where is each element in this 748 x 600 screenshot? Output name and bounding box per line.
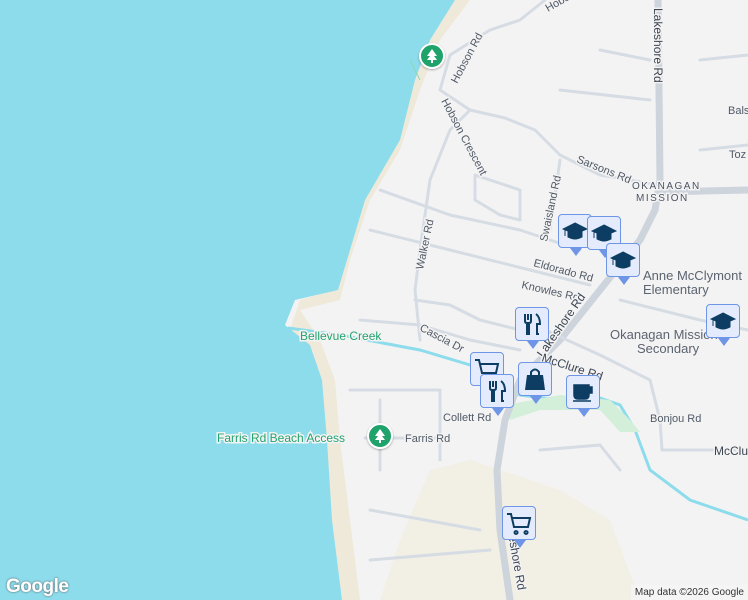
label-lakeshore-rd-top: Lakeshore Rd (651, 8, 665, 83)
restaurant-marker[interactable] (515, 307, 549, 349)
label-mission: MISSION (636, 193, 689, 204)
park-pin-farris[interactable] (367, 423, 393, 449)
graduation-cap-icon (710, 312, 736, 330)
school-marker[interactable] (606, 243, 640, 285)
park-pin[interactable] (419, 43, 445, 69)
google-logo[interactable]: Google (6, 576, 69, 598)
label-bellevue-creek[interactable]: Bellevue Creek (299, 328, 384, 345)
restaurant-marker[interactable] (480, 374, 514, 416)
label-bals: Bals (728, 105, 748, 117)
grocery-marker[interactable] (502, 506, 536, 548)
shopping-bag-icon (525, 368, 545, 390)
label-secondary[interactable]: Secondary (636, 340, 702, 358)
fork-knife-icon (524, 313, 542, 335)
label-elementary[interactable]: Elementary (642, 281, 711, 299)
fork-knife-icon (489, 380, 507, 402)
map-attribution: Map data ©2026 Google (630, 585, 748, 600)
label-farris-rd: Farris Rd (405, 433, 450, 445)
graduation-cap-icon (610, 251, 636, 269)
coffee-cup-icon (573, 384, 593, 402)
label-mcclure-rd-right: McClure Rd (714, 444, 748, 458)
school-marker[interactable] (706, 304, 740, 346)
label-okanagan: OKANAGAN (632, 181, 701, 192)
map-canvas[interactable]: Hobson Hobson Rd Hobson Crescent Lakesho… (0, 0, 748, 600)
tree-icon (427, 49, 437, 63)
cafe-marker[interactable] (566, 375, 600, 417)
graduation-cap-icon (562, 222, 588, 240)
label-anne-mcclymont[interactable]: Anne McClymont (642, 267, 744, 285)
shopping-cart-icon (507, 513, 532, 535)
label-okanagan-mission-secondary[interactable]: Okanagan Mission (609, 326, 720, 344)
shopping-marker[interactable] (518, 362, 552, 404)
label-bonjou-rd: Bonjou Rd (650, 413, 701, 425)
label-collett-rd: Collett Rd (443, 412, 491, 424)
label-farris-beach-access[interactable]: Farris Rd Beach Access (216, 430, 347, 447)
tree-icon (375, 429, 385, 443)
label-toz: Toz (729, 149, 746, 161)
